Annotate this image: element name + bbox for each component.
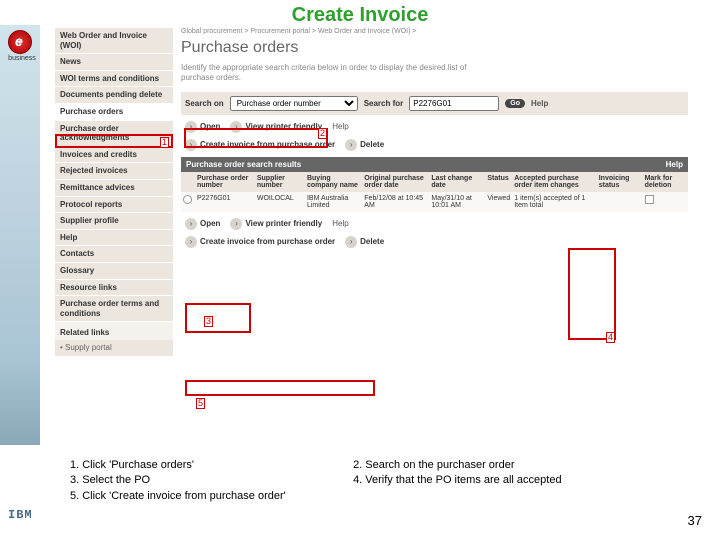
results-header: Purchase order search results Help bbox=[181, 157, 688, 172]
marker-4: 4 bbox=[606, 332, 615, 343]
sidebar-item-label: Purchase orders bbox=[60, 107, 123, 116]
marker-1: 1 bbox=[160, 137, 169, 148]
ibm-logo: IBM bbox=[8, 508, 33, 522]
open-button-2[interactable]: ›Open bbox=[185, 218, 220, 230]
delete-button-2[interactable]: ›Delete bbox=[345, 236, 384, 248]
arrow-icon: › bbox=[345, 236, 357, 248]
marker-2: 2 bbox=[318, 128, 327, 139]
cell-company: IBM Australia Limited bbox=[305, 192, 362, 212]
search-on-select[interactable]: Purchase order number bbox=[230, 96, 358, 111]
marker-5: 5 bbox=[196, 398, 205, 409]
sidebar-item-remittance[interactable]: Remittance advices bbox=[55, 180, 173, 197]
sidebar-item-invoices[interactable]: Invoices and credits bbox=[55, 147, 173, 164]
callout-box-5 bbox=[185, 380, 375, 396]
select-radio[interactable] bbox=[183, 195, 192, 204]
sidebar-item-resources[interactable]: Resource links bbox=[55, 280, 173, 297]
sidebar-item-glossary[interactable]: Glossary bbox=[55, 263, 173, 280]
sidebar-item-profile[interactable]: Supplier profile bbox=[55, 213, 173, 230]
results-table: Purchase order number Supplier number Bu… bbox=[181, 172, 688, 212]
cell-orig-date: Feb/12/08 at 10:45 AM bbox=[362, 192, 429, 212]
slide-title: Create Invoice bbox=[0, 4, 720, 27]
cell-last-date: May/31/10 at 10:01 AM bbox=[429, 192, 485, 212]
page-title: Purchase orders bbox=[181, 39, 688, 57]
sidebar-item-rejected[interactable]: Rejected invoices bbox=[55, 163, 173, 180]
sidebar-item-po-terms[interactable]: Purchase order terms and conditions bbox=[55, 296, 173, 322]
go-button[interactable]: Go bbox=[505, 99, 525, 108]
callout-box-1 bbox=[55, 134, 173, 148]
arrow-icon: › bbox=[230, 218, 242, 230]
arrow-icon: › bbox=[185, 236, 197, 248]
breadcrumb: Global procurement > Procurement portal … bbox=[181, 28, 688, 35]
action-row-bottom: ›Open ›View printer friendly Help bbox=[181, 212, 688, 236]
cell-po: P2276G01 bbox=[195, 192, 255, 212]
cell-supplier: WOILOCAL bbox=[255, 192, 305, 212]
search-for-input[interactable] bbox=[409, 96, 499, 111]
arrow-icon: › bbox=[345, 139, 357, 151]
help-link[interactable]: Help bbox=[332, 122, 348, 131]
related-link-supply[interactable]: • Supply portal bbox=[55, 340, 173, 357]
table-header-row: Purchase order number Supplier number Bu… bbox=[181, 172, 688, 192]
results-help-link[interactable]: Help bbox=[666, 160, 683, 169]
decorative-strip bbox=[0, 25, 40, 445]
search-bar: Search on Purchase order number Search f… bbox=[181, 92, 688, 115]
sidebar-item-contacts[interactable]: Contacts bbox=[55, 246, 173, 263]
callout-box-3 bbox=[185, 303, 251, 333]
callout-box-2 bbox=[184, 128, 328, 148]
sidebar-item-woi[interactable]: Web Order and Invoice (WOI) bbox=[55, 28, 173, 54]
table-row: P2276G01 WOILOCAL IBM Australia Limited … bbox=[181, 192, 688, 212]
search-for-label: Search for bbox=[364, 99, 404, 108]
help-link-2[interactable]: Help bbox=[332, 219, 348, 228]
related-links-heading: Related links bbox=[55, 322, 173, 340]
search-on-label: Search on bbox=[185, 99, 224, 108]
sidebar: Web Order and Invoice (WOI) News WOI ter… bbox=[55, 28, 173, 357]
sidebar-item-purchase-orders[interactable]: Purchase orders bbox=[55, 104, 173, 121]
arrow-icon: › bbox=[185, 218, 197, 230]
search-help-link[interactable]: Help bbox=[531, 99, 548, 108]
cell-accepted: 1 item(s) accepted of 1 Item total bbox=[512, 192, 597, 212]
sidebar-item-terms[interactable]: WOI terms and conditions bbox=[55, 71, 173, 88]
sidebar-item-help[interactable]: Help bbox=[55, 230, 173, 247]
sidebar-item-protocol[interactable]: Protocol reports bbox=[55, 197, 173, 214]
create-invoice-button-2[interactable]: ›Create invoice from purchase order bbox=[185, 236, 335, 248]
sidebar-item-news[interactable]: News bbox=[55, 54, 173, 71]
cell-status: Viewed bbox=[485, 192, 512, 212]
printer-button-2[interactable]: ›View printer friendly bbox=[230, 218, 322, 230]
page-description: Identify the appropriate search criteria… bbox=[181, 63, 481, 84]
page-number: 37 bbox=[688, 513, 702, 528]
callout-box-4 bbox=[568, 248, 616, 340]
delete-checkbox[interactable] bbox=[645, 195, 654, 204]
sidebar-item-pending[interactable]: Documents pending delete bbox=[55, 87, 173, 104]
cell-invoicing bbox=[597, 192, 643, 212]
ebusiness-logo: e business bbox=[8, 30, 36, 58]
delete-button[interactable]: ›Delete bbox=[345, 139, 384, 151]
marker-3: 3 bbox=[204, 316, 213, 327]
instructions: 1. Click 'Purchase orders' 3. Select the… bbox=[70, 458, 633, 504]
